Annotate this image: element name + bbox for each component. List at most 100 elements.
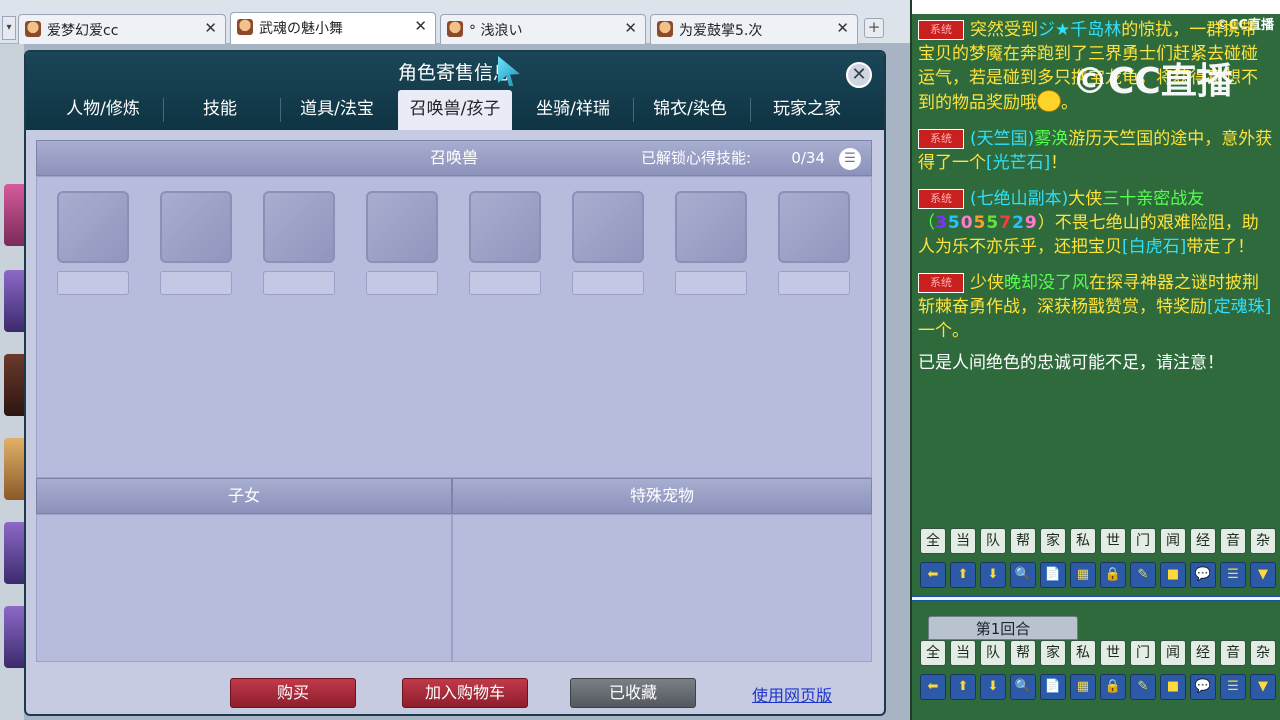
channel-current-button[interactable]: 当 xyxy=(950,528,976,554)
web-version-link[interactable]: 使用网页版 xyxy=(752,682,832,706)
lock-icon[interactable]: 🔒 xyxy=(1100,562,1126,588)
channel-world-button[interactable]: 世 xyxy=(1100,640,1126,666)
summon-slot-name xyxy=(57,271,129,295)
list-menu-icon[interactable]: ☰ xyxy=(839,148,861,170)
channel-current-button[interactable]: 当 xyxy=(950,640,976,666)
location-link[interactable]: (天竺国) xyxy=(970,129,1034,149)
party-portrait[interactable] xyxy=(4,606,24,668)
chat-divider[interactable] xyxy=(912,596,1280,601)
list-add-icon[interactable]: ☰ xyxy=(1220,674,1246,700)
tab-close-icon[interactable]: ✕ xyxy=(836,19,849,37)
channel-sect-button[interactable]: 门 xyxy=(1130,640,1156,666)
search-icon[interactable]: 🔍 xyxy=(1010,562,1036,588)
arrow-up-icon[interactable]: ⬆ xyxy=(950,562,976,588)
channel-misc-button[interactable]: 杂 xyxy=(1250,640,1276,666)
item-link[interactable]: [白虎石] xyxy=(1122,237,1186,257)
arrow-left-icon[interactable]: ⬅ xyxy=(920,674,946,700)
arrow-up-icon[interactable]: ⬆ xyxy=(950,674,976,700)
channel-all-button[interactable]: 全 xyxy=(920,640,946,666)
channel-exp-button[interactable]: 经 xyxy=(1190,640,1216,666)
new-tab-icon[interactable]: + xyxy=(864,18,884,38)
channel-family-button[interactable]: 家 xyxy=(1040,528,1066,554)
player-name[interactable]: ジ★千岛林 xyxy=(1038,20,1121,40)
channel-news-button[interactable]: 闻 xyxy=(1160,640,1186,666)
close-icon[interactable]: ✕ xyxy=(846,62,872,88)
channel-team-button[interactable]: 队 xyxy=(980,640,1006,666)
channel-guild-button[interactable]: 帮 xyxy=(1010,640,1036,666)
player-name[interactable]: 晚却没了风 xyxy=(1004,273,1089,293)
search-icon[interactable]: 🔍 xyxy=(1010,674,1036,700)
summon-panel-body xyxy=(36,176,872,478)
document-icon[interactable]: 📄 xyxy=(1040,674,1066,700)
lock-icon[interactable]: 🔒 xyxy=(1100,674,1126,700)
tab-mounts[interactable]: 坐骑/祥瑞 xyxy=(516,90,630,128)
channel-all-button[interactable]: 全 xyxy=(920,528,946,554)
channel-exp-button[interactable]: 经 xyxy=(1190,528,1216,554)
dropdown-icon[interactable]: ▼ xyxy=(1250,674,1276,700)
favorited-button[interactable]: 已收藏 xyxy=(570,678,696,708)
summon-slot[interactable] xyxy=(263,191,335,263)
browser-tab-2[interactable]: 武魂の魅小舞 ✕ xyxy=(230,12,436,44)
document-icon[interactable]: 📄 xyxy=(1040,562,1066,588)
arrow-down-icon[interactable]: ⬇ xyxy=(980,674,1006,700)
tab-close-icon[interactable]: ✕ xyxy=(624,19,637,37)
add-to-cart-button[interactable]: 加入购物车 xyxy=(402,678,528,708)
location-link[interactable]: (七绝山副本) xyxy=(970,189,1068,209)
channel-team-button[interactable]: 队 xyxy=(980,528,1006,554)
tab-scroll-left-icon[interactable]: ▾ xyxy=(2,16,16,40)
grid-icon[interactable]: ▦ xyxy=(1070,674,1096,700)
summon-slot-name xyxy=(469,271,541,295)
browser-tab-3[interactable]: ° 浅浪い ✕ xyxy=(440,14,646,44)
summon-slot[interactable] xyxy=(57,191,129,263)
tab-skills[interactable]: 技能 xyxy=(163,90,277,128)
summon-slot[interactable] xyxy=(469,191,541,263)
channel-voice-button[interactable]: 音 xyxy=(1220,528,1246,554)
tab-player-home[interactable]: 玩家之家 xyxy=(750,90,864,128)
channel-news-button[interactable]: 闻 xyxy=(1160,528,1186,554)
dropdown-icon[interactable]: ▼ xyxy=(1250,562,1276,588)
folder-icon[interactable]: ■ xyxy=(1160,562,1186,588)
arrow-down-icon[interactable]: ⬇ xyxy=(980,562,1006,588)
party-portrait[interactable] xyxy=(4,354,24,416)
channel-misc-button[interactable]: 杂 xyxy=(1250,528,1276,554)
summon-slot[interactable] xyxy=(366,191,438,263)
children-panel-body xyxy=(36,514,452,662)
channel-world-button[interactable]: 世 xyxy=(1100,528,1126,554)
party-portrait[interactable] xyxy=(4,184,24,246)
chat-bubble-icon[interactable]: 💬 xyxy=(1190,562,1216,588)
brush-icon[interactable]: ✎ xyxy=(1130,562,1156,588)
summon-slot[interactable] xyxy=(778,191,850,263)
tab-outfits[interactable]: 锦衣/染色 xyxy=(633,90,747,128)
tab-label: ° 浅浪い xyxy=(469,23,523,39)
chat-message: 已是人间绝色的忠诚可能不足，请注意！ xyxy=(918,353,1224,373)
summon-slot[interactable] xyxy=(572,191,644,263)
party-portrait[interactable] xyxy=(4,522,24,584)
browser-tab-4[interactable]: 为爱鼓掌5.次 ✕ xyxy=(650,14,858,44)
tab-close-icon[interactable]: ✕ xyxy=(204,19,217,37)
arrow-left-icon[interactable]: ⬅ xyxy=(920,562,946,588)
summon-slot[interactable] xyxy=(675,191,747,263)
channel-voice-button[interactable]: 音 xyxy=(1220,640,1246,666)
item-link[interactable]: [光芒石] xyxy=(986,153,1050,173)
summon-slot[interactable] xyxy=(160,191,232,263)
tab-character[interactable]: 人物/修炼 xyxy=(46,90,160,128)
browser-tab-1[interactable]: 爱梦幻爱cc ✕ xyxy=(18,14,226,44)
channel-family-button[interactable]: 家 xyxy=(1040,640,1066,666)
item-link[interactable]: [定魂珠] xyxy=(1207,297,1271,317)
channel-private-button[interactable]: 私 xyxy=(1070,640,1096,666)
channel-private-button[interactable]: 私 xyxy=(1070,528,1096,554)
tab-items[interactable]: 道具/法宝 xyxy=(280,90,394,128)
party-portrait[interactable] xyxy=(4,438,24,500)
channel-sect-button[interactable]: 门 xyxy=(1130,528,1156,554)
tab-close-icon[interactable]: ✕ xyxy=(414,17,427,35)
party-portrait[interactable] xyxy=(4,270,24,332)
folder-icon[interactable]: ■ xyxy=(1160,674,1186,700)
chat-bubble-icon[interactable]: 💬 xyxy=(1190,674,1216,700)
tab-summons[interactable]: 召唤兽/孩子 xyxy=(398,90,512,130)
buy-button[interactable]: 购买 xyxy=(230,678,356,708)
grid-icon[interactable]: ▦ xyxy=(1070,562,1096,588)
list-add-icon[interactable]: ☰ xyxy=(1220,562,1246,588)
player-name[interactable]: 雾涣 xyxy=(1034,129,1068,149)
channel-guild-button[interactable]: 帮 xyxy=(1010,528,1036,554)
brush-icon[interactable]: ✎ xyxy=(1130,674,1156,700)
